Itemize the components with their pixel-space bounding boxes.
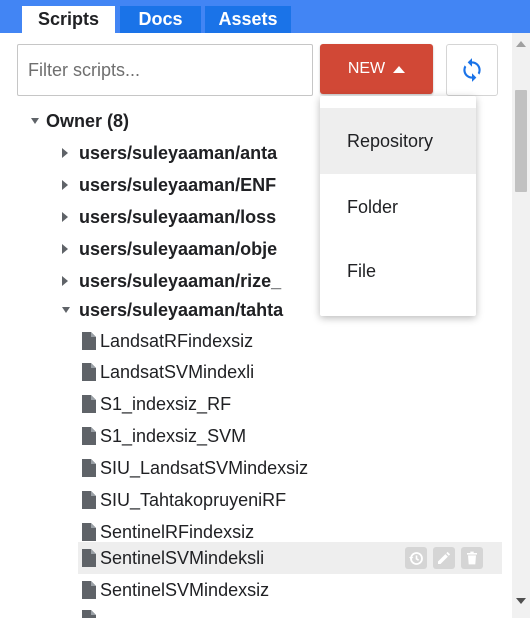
script-file[interactable]: S1_indexsiz_SVM	[0, 420, 512, 452]
folder-label: users/suleyaaman/rize_	[79, 271, 282, 291]
refresh-icon	[463, 58, 481, 82]
menu-item-repository[interactable]: Repository	[320, 108, 476, 174]
expand-arrow-icon[interactable]	[31, 118, 39, 124]
file-label: LandsatSVMindexli	[100, 362, 255, 382]
script-file[interactable]: SIU_LandsatSVMindexsiz	[0, 452, 512, 484]
tab-docs[interactable]: Docs	[120, 6, 201, 33]
file-icon	[82, 332, 96, 350]
file-label: SIU_LandsatSVMindexsiz	[100, 458, 309, 478]
file-label: SentinelSVMindexsiz	[100, 580, 270, 600]
tab-assets[interactable]: Assets	[205, 6, 291, 33]
collapse-arrow-icon[interactable]	[62, 180, 68, 190]
folder-label: users/suleyaaman/loss	[79, 207, 277, 227]
caret-up-icon	[393, 65, 406, 73]
file-actions	[405, 547, 483, 569]
history-button[interactable]	[405, 547, 427, 569]
expand-arrow-icon[interactable]	[62, 307, 70, 313]
scroll-down-arrow-icon[interactable]	[516, 598, 526, 604]
file-icon	[82, 523, 96, 541]
new-button[interactable]: NEW	[320, 44, 433, 94]
filter-scripts-input[interactable]	[17, 44, 313, 96]
file-icon	[82, 427, 96, 445]
owner-label: Owner (8)	[46, 111, 130, 131]
scrollbar-thumb[interactable]	[515, 90, 527, 192]
refresh-button[interactable]	[446, 44, 498, 96]
tab-bar: Scripts Docs Assets	[0, 0, 530, 33]
collapse-arrow-icon[interactable]	[62, 212, 68, 222]
script-file[interactable]: SIU_TahtakopruyeniRF	[0, 484, 512, 516]
scrollbar[interactable]	[512, 33, 530, 618]
rename-button[interactable]	[433, 547, 455, 569]
scroll-up-arrow-icon[interactable]	[516, 41, 526, 47]
file-icon	[82, 491, 96, 509]
file-label: S1_indexsiz_SVM	[100, 426, 247, 446]
new-button-label: NEW	[347, 60, 386, 77]
file-label: SentinelSVMindeksli	[100, 548, 265, 568]
file-icon	[82, 395, 96, 413]
file-icon	[82, 459, 96, 477]
script-file[interactable]: S1_indexsiz_RF	[0, 388, 512, 420]
new-dropdown-menu: Repository Folder File	[320, 96, 476, 316]
folder-label: users/suleyaaman/anta	[79, 143, 278, 163]
script-file[interactable]: LandsatSVMindexli	[0, 356, 512, 388]
script-file[interactable]: LandsatRFindexsiz	[0, 325, 512, 357]
delete-button[interactable]	[461, 547, 483, 569]
menu-item-folder[interactable]: Folder	[320, 174, 476, 240]
collapse-arrow-icon[interactable]	[62, 276, 68, 286]
history-icon	[409, 552, 423, 565]
script-file[interactable]: SentinelSVMindexsiz	[0, 574, 512, 606]
folder-label: users/suleyaaman/tahta	[79, 300, 284, 320]
collapse-arrow-icon[interactable]	[62, 148, 68, 158]
file-icon	[82, 549, 96, 567]
pencil-icon	[438, 551, 451, 564]
file-label: LandsatRFindexsiz	[100, 331, 254, 351]
folder-label: users/suleyaaman/obje	[79, 239, 278, 259]
script-file-partial[interactable]	[0, 603, 512, 618]
collapse-arrow-icon[interactable]	[62, 244, 68, 254]
folder-label: users/suleyaaman/ENF	[79, 175, 277, 195]
file-label: SIU_TahtakopruyeniRF	[100, 490, 287, 510]
file-label: S1_indexsiz_RF	[100, 394, 232, 414]
file-icon	[82, 363, 96, 381]
script-file-selected[interactable]: SentinelSVMindeksli	[0, 542, 512, 574]
tab-scripts[interactable]: Scripts	[22, 6, 115, 33]
file-icon	[82, 581, 96, 599]
menu-item-file[interactable]: File	[320, 238, 476, 304]
trash-icon	[467, 551, 477, 565]
file-icon	[82, 610, 96, 618]
